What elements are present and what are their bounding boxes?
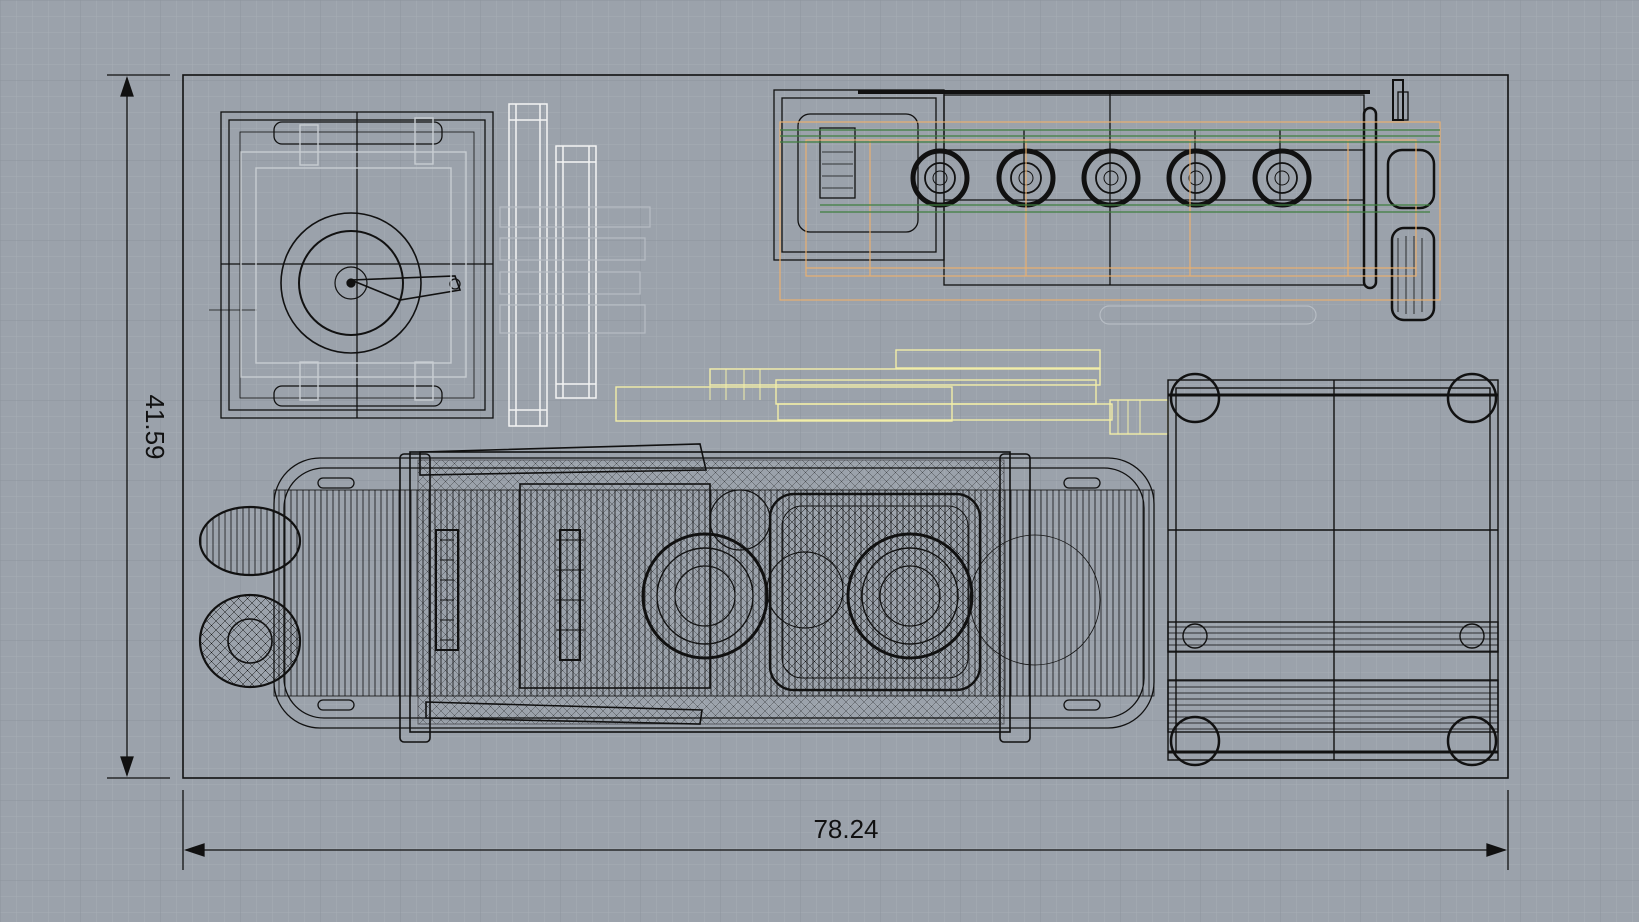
wheel[interactable] [198,505,302,577]
width-dimension-label: 78.24 [813,814,878,844]
wheel[interactable] [198,593,302,689]
height-dimension-label: 41.59 [140,394,170,459]
viewport-canvas[interactable]: 41.59 78.24 [0,0,1639,922]
rhino-viewport[interactable]: 41.59 78.24 [0,0,1639,922]
